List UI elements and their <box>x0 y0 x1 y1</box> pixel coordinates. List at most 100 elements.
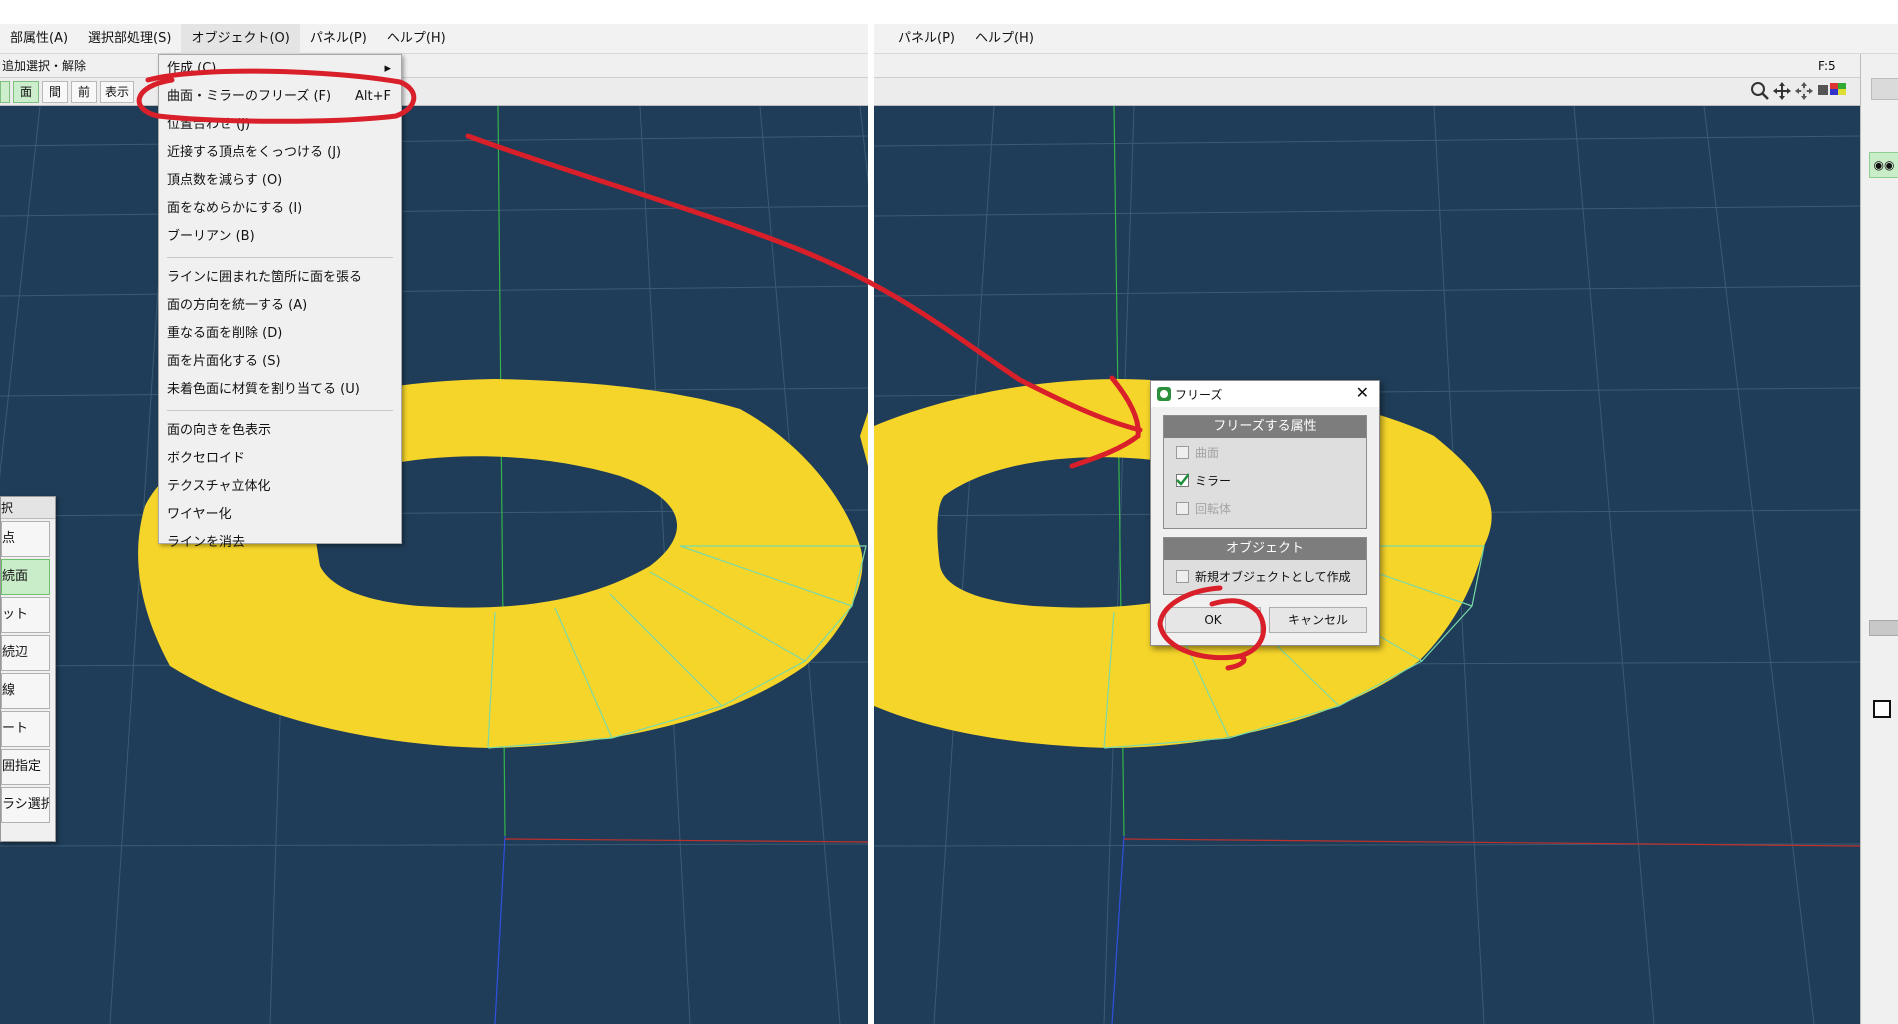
menu-item-label: ワイヤー化 <box>167 507 232 522</box>
window-divider <box>868 24 874 1024</box>
option-curved-surface[interactable]: 曲面 <box>1164 438 1366 466</box>
toolbar-secondary-right: F:5 <box>874 54 1898 78</box>
menu-item[interactable]: 重なる面を削除 (D) <box>159 320 401 348</box>
select-mode-button[interactable]: 続辺 <box>1 635 50 671</box>
option-label: 新規オブジェクトとして作成 <box>1195 569 1351 584</box>
menu-item-freeze-shortcut: Alt+F <box>355 89 391 104</box>
close-icon[interactable]: ✕ <box>1356 383 1369 402</box>
select-mode-button[interactable]: ット <box>1 597 50 633</box>
mode-button-prev[interactable] <box>0 80 10 103</box>
viewport-left[interactable] <box>0 106 870 1024</box>
frame-label: F:5 <box>1818 59 1836 73</box>
menu-item-freeze-label: 曲面・ミラーのフリーズ (F) <box>167 89 332 104</box>
toolbar-view-left: 面 間 前 表示 <box>0 78 868 106</box>
mode-button-inter[interactable]: 間 <box>42 80 68 103</box>
select-mode-button[interactable]: 線 <box>1 673 50 709</box>
menu-item-label: テクスチャ立体化 <box>167 479 271 494</box>
display-button[interactable]: 表示 <box>100 80 135 103</box>
menu-item-create-label: 作成 (C) <box>167 61 217 76</box>
select-mode-button[interactable]: 続面 <box>1 559 50 595</box>
menu-item[interactable]: 未着色面に材質を割り当てる (U) <box>159 376 401 404</box>
menu-item[interactable]: ラインを消去 <box>159 529 401 557</box>
menu-item[interactable]: ブーリアン (B) <box>159 223 401 251</box>
menu-item[interactable]: ボクセロイド <box>159 445 401 473</box>
panel-scroll-tab[interactable] <box>1871 78 1898 100</box>
option-rotation-body[interactable]: 回転体 <box>1164 494 1366 522</box>
select-mode-button[interactable]: ラシ選択 <box>1 787 50 823</box>
menu-item-label: 面をなめらかにする (I) <box>167 201 303 216</box>
panel-checkbox[interactable] <box>1873 700 1891 718</box>
add-select-toggle-label[interactable]: 追加選択・解除 <box>2 59 86 73</box>
select-panel: 択 点続面 ット 続辺線ート 囲指定 ラシ選択 <box>0 496 56 842</box>
menu-item[interactable]: 面をなめらかにする (I) <box>159 195 401 223</box>
menu-item-label: ラインを消去 <box>167 535 246 550</box>
select-mode-button[interactable]: ート <box>1 711 50 747</box>
display-mode-icon[interactable] <box>1818 83 1854 103</box>
right-side-panel: ◉◉ <box>1860 54 1898 1024</box>
menu-item-create[interactable]: 作成 (C) ▸ <box>159 55 401 83</box>
object-group: オブジェクト 新規オブジェクトとして作成 <box>1163 537 1367 595</box>
menubar-item[interactable]: パネル(P) <box>300 24 377 54</box>
checkbox-checked[interactable] <box>1176 472 1189 487</box>
menu-separator <box>167 410 393 411</box>
menubar-item[interactable]: オブジェクト(O) <box>181 23 300 54</box>
zoom-icon[interactable] <box>1750 81 1770 105</box>
menu-item[interactable]: 面を片面化する (S) <box>159 348 401 376</box>
menu-item[interactable]: 面の方向を統一する (A) <box>159 292 401 320</box>
option-label: 回転体 <box>1195 501 1232 516</box>
menu-item[interactable]: ワイヤー化 <box>159 501 401 529</box>
menubar-item[interactable]: ヘルプ(H) <box>965 24 1044 54</box>
pan-icon[interactable] <box>1772 81 1792 105</box>
menu-item-label: 面を片面化する (S) <box>167 354 281 369</box>
menu-item-freeze[interactable]: 曲面・ミラーのフリーズ (F) Alt+F <box>159 83 401 111</box>
option-new-object[interactable]: 新規オブジェクトとして作成 <box>1164 560 1366 592</box>
submenu-arrow-icon: ▸ <box>384 61 391 76</box>
freeze-attributes-title: フリーズする属性 <box>1164 416 1366 438</box>
app-logo-icon <box>1157 387 1171 401</box>
rotate-icon[interactable] <box>1794 81 1814 105</box>
option-label: 曲面 <box>1195 445 1220 460</box>
menu-item[interactable]: ラインに囲まれた箇所に面を張る <box>159 264 401 292</box>
menubar-left: 部属性(A) 選択部処理(S) オブジェクト(O) パネル(P) ヘルプ(H) <box>0 23 868 54</box>
dialog-title: フリーズ <box>1175 387 1223 402</box>
cancel-button[interactable]: キャンセル <box>1269 607 1367 633</box>
freeze-attributes-group: フリーズする属性 曲面 ミラー 回転体 <box>1163 415 1367 529</box>
toolbar-view-right <box>874 78 1898 106</box>
object-group-title: オブジェクト <box>1164 538 1366 560</box>
front-view-button[interactable]: 前 <box>71 80 97 103</box>
menu-item[interactable]: 近接する頂点をくっつける (J) <box>159 139 401 167</box>
menu-item-label: 近接する頂点をくっつける (J) <box>167 145 342 160</box>
menu-item[interactable]: テクスチャ立体化 <box>159 473 401 501</box>
menubar-item[interactable]: 選択部処理(S) <box>78 24 181 54</box>
menu-item[interactable]: 面の向きを色表示 <box>159 417 401 445</box>
ok-button[interactable]: OK <box>1165 607 1261 633</box>
checkbox[interactable] <box>1176 445 1189 459</box>
menu-item-label: 重なる面を削除 (D) <box>167 326 283 341</box>
dialog-titlebar: フリーズ ✕ <box>1151 381 1379 407</box>
checkbox[interactable] <box>1176 501 1189 515</box>
option-mirror[interactable]: ミラー <box>1164 466 1366 494</box>
menubar-item[interactable]: 部属性(A) <box>0 24 78 54</box>
menubar-item[interactable]: ヘルプ(H) <box>377 24 456 54</box>
menu-item-label: 面の向きを色表示 <box>167 423 272 438</box>
menu-item-label: ラインに囲まれた箇所に面を張る <box>167 270 363 285</box>
menu-item-label: ブーリアン (B) <box>167 229 255 244</box>
face-mode-button[interactable]: 面 <box>13 80 39 103</box>
menu-item-label: ボクセロイド <box>167 451 246 466</box>
menubar-item[interactable]: パネル(P) <box>888 24 965 54</box>
option-label: ミラー <box>1195 473 1232 488</box>
select-mode-button[interactable]: 点 <box>1 521 50 557</box>
select-panel-title: 択 <box>1 497 55 519</box>
menu-item-align-label: 位置合わせ (J) <box>167 117 251 132</box>
checkbox[interactable] <box>1176 569 1189 583</box>
select-mode-button[interactable]: 囲指定 <box>1 749 50 785</box>
menu-item-label: 面の方向を統一する (A) <box>167 298 308 313</box>
menu-item-label: 頂点数を減らす (O) <box>167 173 283 188</box>
menu-item-label: 未着色面に材質を割り当てる (U) <box>167 382 360 397</box>
menu-separator <box>167 257 393 258</box>
freeze-dialog: フリーズ ✕ フリーズする属性 曲面 ミラー 回転体 オブジェクト 新規オブジェ… <box>1150 380 1380 646</box>
panel-divider <box>1869 620 1898 636</box>
menu-item[interactable]: 頂点数を減らす (O) <box>159 167 401 195</box>
menu-item-align[interactable]: 位置合わせ (J) <box>159 111 401 139</box>
visibility-eye-icon[interactable]: ◉◉ <box>1869 152 1898 178</box>
